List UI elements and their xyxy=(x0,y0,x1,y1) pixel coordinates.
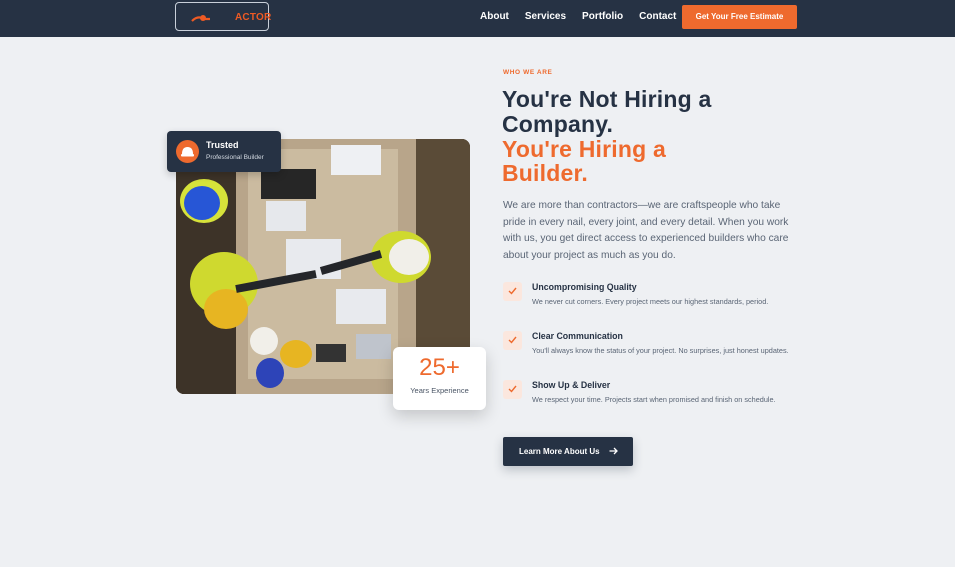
experience-card: 25+ Years Experience xyxy=(393,347,486,410)
feature-title: Show Up & Deliver xyxy=(532,380,611,390)
check-icon xyxy=(503,282,522,301)
learn-more-label: Learn More About Us xyxy=(519,447,600,456)
feature-description: You'll always know the status of your pr… xyxy=(532,346,789,355)
nav-link-contact[interactable]: Contact xyxy=(639,11,676,23)
check-icon xyxy=(503,380,522,399)
nav-link-services[interactable]: Services xyxy=(525,11,566,23)
learn-more-button[interactable]: Learn More About Us xyxy=(503,437,633,466)
experience-label: Years Experience xyxy=(410,386,469,395)
check-icon xyxy=(503,331,522,350)
trusted-badge-title: Trusted xyxy=(206,140,239,150)
section-eyebrow: WHO WE ARE xyxy=(503,69,553,76)
feature-item: Uncompromising Quality We never cut corn… xyxy=(503,282,793,326)
intro-paragraph: We are more than contractors—we are craf… xyxy=(503,200,789,261)
nav-link-about[interactable]: About xyxy=(480,11,509,23)
logo-text: ACTOR xyxy=(235,12,272,23)
feature-description: We never cut corners. Every project meet… xyxy=(532,297,769,306)
feature-description: We respect your time. Projects start whe… xyxy=(532,395,776,404)
heading-line-3: You're Hiring a xyxy=(502,136,666,162)
trusted-badge-subtitle: Professional Builder xyxy=(206,154,264,161)
heading-line-4: Builder. xyxy=(502,160,588,186)
logo[interactable]: ACTOR xyxy=(175,2,272,31)
nav-link-portfolio[interactable]: Portfolio xyxy=(582,11,623,23)
feature-item: Clear Communication You'll always know t… xyxy=(503,331,793,375)
feature-item: Show Up & Deliver We respect your time. … xyxy=(503,380,793,424)
logo-hammer-icon xyxy=(191,15,210,22)
experience-value: 25+ xyxy=(419,354,460,381)
heading-line-2: Company. xyxy=(502,111,614,137)
nav-links: About Services Portfolio Contact xyxy=(480,11,692,23)
feature-title: Uncompromising Quality xyxy=(532,282,637,292)
free-estimate-button[interactable]: Get Your Free Estimate xyxy=(682,5,797,29)
top-navbar: ACTOR About Services Portfolio Contact G… xyxy=(0,0,955,37)
heading-line-1: You're Not Hiring a xyxy=(502,86,712,112)
trusted-badge: Trusted Professional Builder xyxy=(167,131,281,172)
hard-hat-icon xyxy=(176,140,199,163)
feature-title: Clear Communication xyxy=(532,331,623,341)
arrow-right-icon xyxy=(609,447,618,455)
